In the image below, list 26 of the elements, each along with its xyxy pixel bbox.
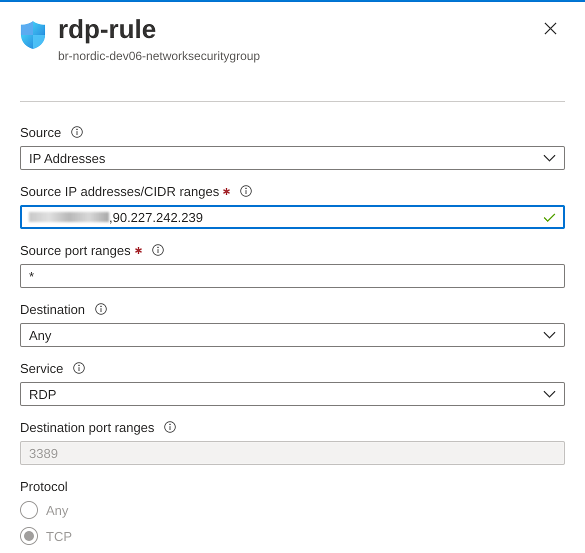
info-icon[interactable] (152, 244, 164, 256)
shield-icon (20, 20, 46, 50)
field-label: Destination port ranges (20, 420, 154, 434)
chevron-down-icon (543, 390, 556, 398)
dropdown[interactable]: RDP (20, 382, 565, 406)
chevron-down-icon (543, 154, 556, 162)
field-label: Source (20, 124, 62, 140)
info-icon[interactable] (240, 185, 252, 197)
input-field[interactable]: ,90.227.242.239 (20, 205, 565, 229)
chevron-down-icon (543, 331, 556, 339)
info-icon[interactable] (95, 303, 108, 315)
radio-label: Any (46, 502, 68, 518)
input-field[interactable]: * (20, 264, 565, 288)
info-icon[interactable] (71, 126, 84, 138)
panel-subtitle: br-nordic-dev06-networksecuritygroup (58, 49, 262, 63)
field-label: Source IP addresses/CIDR ranges (20, 184, 220, 198)
info-icon[interactable] (73, 362, 86, 374)
dropdown[interactable]: IP Addresses (20, 146, 565, 170)
panel-title: rdp-rule (58, 14, 158, 44)
field-label: Source port ranges (20, 242, 131, 258)
field-label: Protocol (20, 478, 68, 494)
field-label: Destination (20, 302, 86, 316)
close-icon (544, 22, 557, 35)
field-label: Service (20, 360, 64, 376)
radio-label: TCP (46, 528, 72, 544)
dropdown[interactable]: Any (20, 323, 565, 347)
